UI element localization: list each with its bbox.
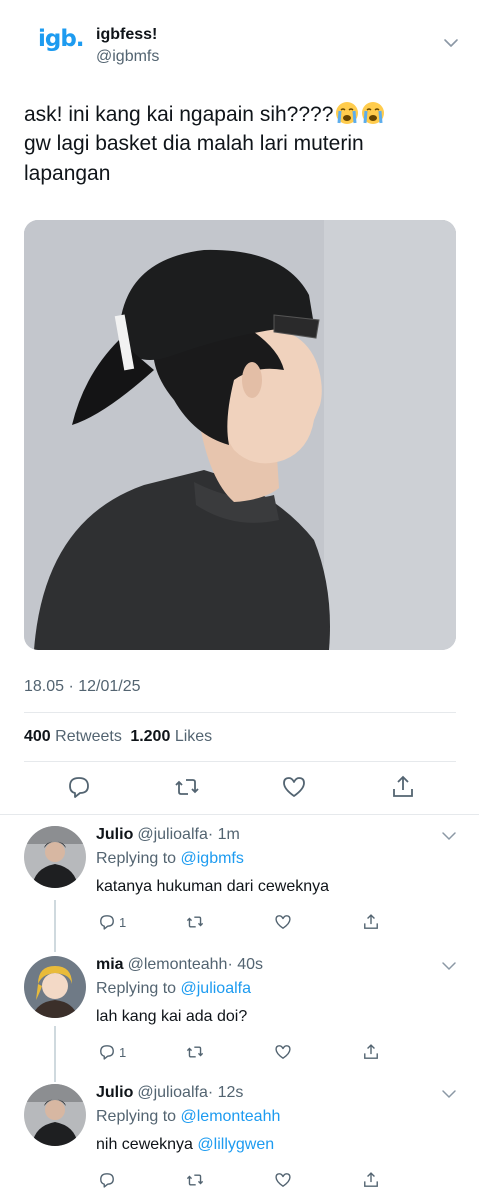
- reply-author-handle[interactable]: @julioalfa: [137, 826, 208, 843]
- reply-text: katanya hukuman dari ceweknya: [96, 878, 330, 895]
- reply-icon: [100, 1173, 114, 1188]
- retweets-count[interactable]: 400: [24, 728, 51, 745]
- reply-actions: 1: [96, 912, 396, 934]
- reply-icon: [100, 1045, 114, 1060]
- tweet-timestamp[interactable]: 18.05 · 12/01/25: [24, 678, 141, 696]
- share-icon[interactable]: [390, 774, 416, 800]
- share-icon[interactable]: [362, 912, 380, 932]
- replying-to-label: Replying to: [96, 850, 177, 867]
- reply-icon: [100, 915, 114, 930]
- reply-author-name[interactable]: Julio: [96, 1084, 133, 1101]
- reply-icon[interactable]: [66, 774, 92, 800]
- divider: [24, 712, 456, 713]
- replying-to-link[interactable]: @julioalfa: [181, 980, 252, 997]
- reply-author-handle[interactable]: @julioalfa: [137, 1084, 208, 1101]
- chevron-down-icon[interactable]: [442, 36, 460, 50]
- retweet-icon[interactable]: [186, 1042, 204, 1062]
- reply-header: mia @lemonteahh· 40s: [96, 956, 263, 974]
- replying-to-label: Replying to: [96, 1108, 177, 1125]
- tweet-text-line: gw lagi basket dia malah lari muterin: [24, 132, 364, 156]
- replying-to: Replying to @igbmfs: [96, 850, 244, 868]
- heart-icon[interactable]: [274, 1170, 292, 1190]
- replying-to-label: Replying to: [96, 980, 177, 997]
- reply-header: Julio @julioalfa· 12s: [96, 1084, 243, 1102]
- retweet-icon[interactable]: [186, 1170, 204, 1190]
- replying-to-link[interactable]: @igbmfs: [181, 850, 244, 867]
- tweet-text-line: ask! ini kang kai ngapain sih????: [24, 103, 334, 126]
- author-handle[interactable]: @igbmfs: [96, 48, 159, 66]
- replying-to: Replying to @julioalfa: [96, 980, 251, 998]
- reply-actions: [96, 1170, 396, 1192]
- chevron-down-icon[interactable]: [441, 960, 457, 972]
- share-icon[interactable]: [362, 1042, 380, 1062]
- tweet-stats: 400 Retweets 1.200 Likes: [24, 728, 212, 746]
- reply-time[interactable]: · 1m: [208, 826, 240, 843]
- loudly-crying-face-icon: [362, 102, 385, 124]
- reply-button[interactable]: 1: [98, 912, 126, 932]
- likes-count[interactable]: 1.200: [130, 728, 170, 745]
- reply-text: lah kang kai ada doi?: [96, 1008, 248, 1025]
- tweet-text-line: lapangan: [24, 161, 111, 185]
- tweet-header: igb. igbfess! @igbmfs: [24, 22, 460, 72]
- reply-button[interactable]: 1: [98, 1042, 126, 1062]
- likes-label[interactable]: Likes: [175, 728, 212, 745]
- avatar[interactable]: [24, 956, 86, 1018]
- retweet-icon[interactable]: [174, 774, 200, 800]
- reply-button[interactable]: [98, 1170, 119, 1190]
- avatar[interactable]: [24, 826, 86, 888]
- reply-tweet[interactable]: Julio @julioalfa· 1m Replying to @igbmfs …: [0, 826, 479, 946]
- reply-tweet[interactable]: mia @lemonteahh· 40s Replying to @julioal…: [0, 956, 479, 1076]
- divider: [0, 814, 479, 815]
- replying-to: Replying to @lemonteahh: [96, 1108, 280, 1126]
- tweet-photo[interactable]: [24, 220, 456, 650]
- share-icon[interactable]: [362, 1170, 380, 1190]
- reply-author-handle[interactable]: @lemonteahh: [128, 956, 228, 973]
- reply-author-name[interactable]: Julio: [96, 826, 133, 843]
- heart-icon[interactable]: [281, 774, 307, 800]
- reply-header: Julio @julioalfa· 1m: [96, 826, 240, 844]
- mention-link[interactable]: @lillygwen: [197, 1136, 274, 1153]
- tweet-text: ask! ini kang kai ngapain sih???? gw lag…: [24, 100, 460, 188]
- retweets-label[interactable]: Retweets: [55, 728, 122, 745]
- avatar-logo-text: igb.: [38, 26, 85, 52]
- tweet-actions: [24, 774, 456, 804]
- loudly-crying-face-icon: [336, 102, 359, 124]
- reply-time[interactable]: · 40s: [227, 956, 263, 973]
- reply-tweet[interactable]: Julio @julioalfa· 12s Replying to @lemont…: [0, 1084, 479, 1200]
- heart-icon[interactable]: [274, 1042, 292, 1062]
- reply-count: 1: [119, 914, 127, 930]
- divider: [24, 761, 456, 762]
- chevron-down-icon[interactable]: [441, 1088, 457, 1100]
- igbfess-avatar[interactable]: igb.: [24, 22, 85, 62]
- reply-time[interactable]: · 12s: [208, 1084, 244, 1101]
- heart-icon[interactable]: [274, 912, 292, 932]
- retweet-icon[interactable]: [186, 912, 204, 932]
- reply-count: 1: [119, 1044, 127, 1060]
- reply-actions: 1: [96, 1042, 396, 1064]
- replying-to-link[interactable]: @lemonteahh: [181, 1108, 281, 1125]
- avatar[interactable]: [24, 1084, 86, 1146]
- chevron-down-icon[interactable]: [441, 830, 457, 842]
- reply-author-name[interactable]: mia: [96, 956, 124, 973]
- reply-text-body: nih ceweknya: [96, 1136, 193, 1153]
- author-name[interactable]: igbfess!: [96, 26, 157, 44]
- reply-text: nih ceweknya @lillygwen: [96, 1136, 274, 1154]
